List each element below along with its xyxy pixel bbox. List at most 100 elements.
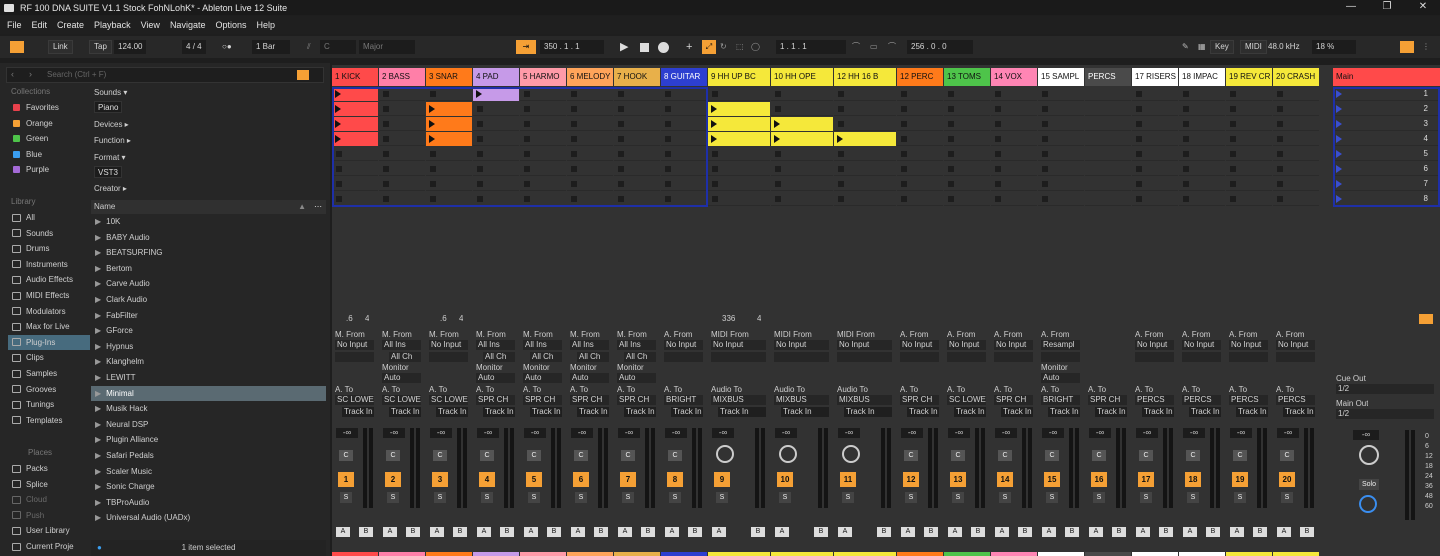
stop-button-icon[interactable] (1183, 151, 1189, 157)
main-volume-field[interactable]: -∞ (1353, 430, 1379, 440)
record-icon[interactable] (658, 42, 669, 53)
monitor-select[interactable]: Auto (570, 373, 609, 383)
clip[interactable] (771, 117, 833, 131)
stop-button-icon[interactable] (712, 151, 718, 157)
follow-icon[interactable]: ⇥ (516, 40, 536, 54)
collection-blue[interactable]: Blue (8, 147, 90, 162)
folder-item[interactable]: ▶ Clark Audio (91, 292, 326, 307)
stop-button-icon[interactable] (995, 106, 1001, 112)
crossfade-a-button[interactable]: A (618, 527, 632, 537)
clip-slot[interactable] (944, 87, 990, 101)
solo-button[interactable]: S (779, 492, 791, 503)
output-channel-select[interactable]: Track In (342, 407, 374, 417)
filter-toggle-icon[interactable] (297, 70, 309, 80)
punch-in-icon[interactable]: ⌒ (852, 40, 860, 54)
reenable-automation-icon[interactable]: ↻ (720, 40, 727, 54)
input-select[interactable]: All Ins (617, 340, 656, 350)
stop-button-icon[interactable] (775, 181, 781, 187)
solo-button[interactable]: S (716, 492, 728, 503)
crossfade-a-button[interactable]: A (524, 527, 538, 537)
clip-slot[interactable] (1038, 177, 1084, 191)
clip[interactable] (771, 132, 833, 146)
crossfade-a-button[interactable]: A (901, 527, 915, 537)
crossfade-a-button[interactable]: A (838, 527, 852, 537)
clip-slot[interactable] (1132, 192, 1178, 206)
menu-navigate[interactable]: Navigate (170, 20, 206, 30)
track-header[interactable]: 1 KICK (332, 68, 378, 86)
output-channel-select[interactable]: Track In (624, 407, 656, 417)
clip-slot[interactable] (1273, 117, 1319, 131)
stop-button-icon[interactable] (1230, 196, 1236, 202)
volume-field[interactable]: -∞ (571, 428, 593, 438)
clip-slot[interactable] (708, 102, 770, 116)
track-header[interactable]: PERCS (1085, 68, 1131, 86)
main-out-select[interactable]: 1/2 (1336, 409, 1434, 419)
output-channel-select[interactable]: Track In (907, 407, 939, 417)
clip-slot[interactable] (1085, 132, 1131, 146)
folder-item[interactable]: ▶ BABY Audio (91, 230, 326, 245)
mixer-view-icon[interactable] (1400, 41, 1414, 53)
output-select[interactable]: PERCS (1135, 395, 1174, 405)
track-activator-button[interactable]: 2 (385, 472, 401, 487)
folder-item[interactable]: ▶ LEWITT (91, 370, 326, 385)
output-select[interactable]: PERCS (1182, 395, 1221, 405)
stop-button-icon[interactable] (1042, 166, 1048, 172)
output-select[interactable]: SPR CH (1088, 395, 1127, 405)
clip-slot[interactable] (1179, 177, 1225, 191)
main-pan-knob-icon[interactable] (1359, 445, 1379, 465)
filter-devices[interactable]: Devices ▸ (94, 120, 129, 129)
volume-field[interactable]: -∞ (1183, 428, 1205, 438)
crossfade-a-button[interactable]: A (430, 527, 444, 537)
track-activator-button[interactable]: 20 (1279, 472, 1295, 487)
clip-slot[interactable] (1273, 177, 1319, 191)
track-activator-button[interactable]: 3 (432, 472, 448, 487)
input-select[interactable]: All Ins (382, 340, 421, 350)
crossfade-b-button[interactable]: B (359, 527, 373, 537)
input-channel-select[interactable] (900, 352, 939, 362)
stop-button-icon[interactable] (995, 196, 1001, 202)
stop-button-icon[interactable] (1230, 181, 1236, 187)
library-item-instruments[interactable]: Instruments (8, 257, 90, 272)
track-activator-button[interactable]: 13 (950, 472, 966, 487)
volume-field[interactable]: -∞ (1230, 428, 1252, 438)
stop-button-icon[interactable] (1136, 136, 1142, 142)
output-channel-select[interactable]: Track In (1048, 407, 1080, 417)
input-channel-select[interactable] (774, 352, 829, 362)
stop-button-icon[interactable] (901, 181, 907, 187)
folder-item[interactable]: ▶ Sonic Charge (91, 479, 326, 494)
crossfade-b-button[interactable]: B (641, 527, 655, 537)
collection-favorites[interactable]: Favorites (8, 100, 90, 115)
clip-slot[interactable] (1273, 87, 1319, 101)
volume-field[interactable]: -∞ (477, 428, 499, 438)
track-activator-button[interactable]: 17 (1138, 472, 1154, 487)
output-select[interactable]: SPR CH (476, 395, 515, 405)
stop-button-icon[interactable] (901, 121, 907, 127)
stop-button-icon[interactable] (1183, 136, 1189, 142)
menu-edit[interactable]: Edit (32, 20, 48, 30)
volume-field[interactable]: -∞ (618, 428, 640, 438)
stop-button-icon[interactable] (1136, 106, 1142, 112)
output-channel-select[interactable]: Track In (1142, 407, 1174, 417)
folder-item[interactable]: ▶ Scaler Music (91, 464, 326, 479)
output-channel-select[interactable]: Track In (1283, 407, 1315, 417)
solo-button[interactable]: S (622, 492, 634, 503)
folder-item[interactable]: ▶ Minimal (91, 385, 326, 401)
clip-slot[interactable] (771, 102, 833, 116)
folder-item[interactable]: ▶ Musik Hack (91, 401, 326, 416)
solo-button[interactable]: S (1140, 492, 1152, 503)
key-map-button[interactable]: Key (1210, 40, 1234, 54)
clip-slot[interactable] (1085, 192, 1131, 206)
solo-button[interactable]: S (842, 492, 854, 503)
monitor-select[interactable]: Auto (523, 373, 562, 383)
solo-button[interactable]: S (340, 492, 352, 503)
library-item-sounds[interactable]: Sounds (8, 226, 90, 241)
clip-slot[interactable] (1132, 117, 1178, 131)
clip-play-icon[interactable] (774, 135, 780, 143)
input-channel-select[interactable]: All Ch (530, 352, 562, 362)
stop-button-icon[interactable] (1136, 196, 1142, 202)
place-push[interactable]: Push (8, 508, 90, 523)
restore-icon[interactable]: ❐ (1372, 0, 1402, 15)
track-header[interactable]: 9 HH UP BC (708, 68, 770, 86)
clip-slot[interactable] (771, 147, 833, 161)
crossfade-a-button[interactable]: A (1042, 527, 1056, 537)
